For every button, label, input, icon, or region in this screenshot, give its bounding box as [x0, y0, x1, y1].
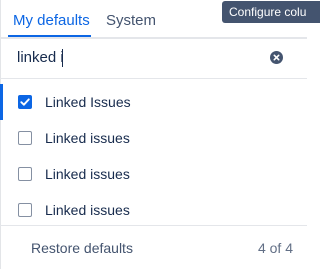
list-item-label: Linked issues [45, 166, 130, 182]
column-picker-panel: My defaults System Configure colu Linked… [0, 0, 320, 270]
checkbox-unchecked[interactable] [18, 131, 32, 145]
close-icon [273, 54, 280, 61]
list-item-label: Linked Issues [45, 94, 131, 110]
checkmark-icon [20, 98, 30, 106]
clear-search-button[interactable] [270, 51, 283, 64]
checkbox-unchecked[interactable] [18, 203, 32, 217]
configure-columns-tooltip: Configure colu [222, 1, 320, 23]
panel-footer: Restore defaults 4 of 4 [0, 225, 307, 270]
restore-defaults-button[interactable]: Restore defaults [31, 239, 133, 257]
list-item[interactable]: Linked issues [0, 156, 307, 192]
list-item-label: Linked issues [45, 202, 130, 218]
active-tab-indicator [8, 35, 91, 37]
text-caret [62, 49, 63, 67]
selected-indicator [0, 84, 3, 120]
tab-my-defaults[interactable]: My defaults [13, 11, 90, 31]
search-input[interactable] [17, 47, 257, 69]
tab-system[interactable]: System [106, 11, 156, 31]
checkbox-checked[interactable] [18, 95, 32, 109]
selection-count: 4 of 4 [257, 240, 293, 256]
list-item[interactable]: Linked issues [0, 192, 307, 228]
search-bar [0, 39, 307, 79]
list-item-label: Linked issues [45, 130, 130, 146]
list-item[interactable]: Linked Issues [0, 84, 307, 120]
checkbox-unchecked[interactable] [18, 167, 32, 181]
list-item[interactable]: Linked issues [0, 120, 307, 156]
